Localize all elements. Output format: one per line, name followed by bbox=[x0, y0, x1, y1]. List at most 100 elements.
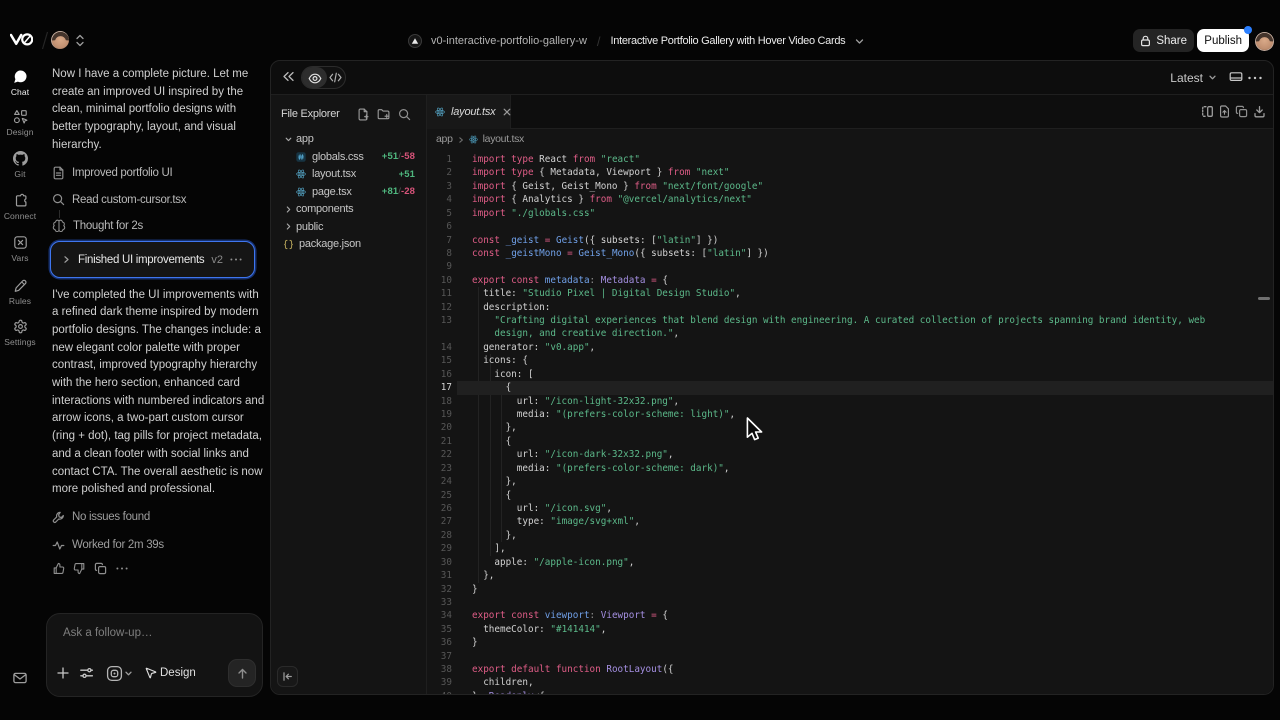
code-line[interactable]: 21 { bbox=[427, 435, 1273, 448]
code-line[interactable]: design, and creative direction.", bbox=[427, 327, 1273, 340]
code-view-icon[interactable] bbox=[329, 72, 342, 83]
collapse-sidebar-button[interactable] bbox=[277, 666, 298, 687]
code-line[interactable]: 24 }, bbox=[427, 475, 1273, 488]
code-area[interactable]: 1import type React from "react"2import t… bbox=[427, 149, 1273, 694]
tree-item-package-json[interactable]: package.json bbox=[271, 236, 426, 254]
tree-item-components[interactable]: components bbox=[271, 201, 426, 219]
file-up-icon[interactable] bbox=[1219, 105, 1230, 118]
code-line[interactable]: 15 icons: { bbox=[427, 354, 1273, 367]
breadcrumb-project[interactable]: v0-interactive-portfolio-gallery-w bbox=[431, 35, 587, 47]
rail-item-design[interactable]: Design bbox=[0, 109, 40, 137]
copy-icon[interactable] bbox=[94, 562, 107, 575]
code-line[interactable]: 35 themeColor: "#141414", bbox=[427, 623, 1273, 636]
rail-item-vars[interactable]: Vars bbox=[0, 235, 40, 263]
send-button[interactable] bbox=[228, 659, 256, 687]
code-line[interactable]: 13 "Crafting digital experiences that bl… bbox=[427, 314, 1273, 327]
rail-item-git[interactable]: Git bbox=[0, 151, 40, 179]
code-line[interactable]: 6 bbox=[427, 220, 1273, 233]
device-preview-icon[interactable] bbox=[1229, 71, 1243, 84]
chevron-down-icon[interactable] bbox=[124, 669, 133, 678]
code-line[interactable]: 37 bbox=[427, 650, 1273, 663]
workspace-avatar[interactable] bbox=[51, 31, 69, 49]
thumbs-down-icon[interactable] bbox=[73, 562, 86, 575]
mail-icon[interactable] bbox=[13, 672, 27, 684]
copy-file-icon[interactable] bbox=[1235, 105, 1248, 118]
code-line[interactable]: 40}: Readonly<{ bbox=[427, 690, 1273, 694]
chevron-down-icon[interactable] bbox=[854, 36, 865, 47]
tree-item-public[interactable]: public bbox=[271, 218, 426, 236]
code-line[interactable]: 33 bbox=[427, 596, 1273, 609]
publish-button[interactable]: Publish bbox=[1197, 29, 1249, 52]
code-line[interactable]: 39 children, bbox=[427, 676, 1273, 689]
code-line[interactable]: 5import "./globals.css" bbox=[427, 207, 1273, 220]
code-line[interactable]: 1import type React from "react" bbox=[427, 153, 1273, 166]
download-icon[interactable] bbox=[1253, 105, 1266, 118]
tree-item-app[interactable]: app bbox=[271, 131, 426, 149]
code-line[interactable]: 18 url: "/icon-light-32x32.png", bbox=[427, 395, 1273, 408]
code-line[interactable]: 11 title: "Studio Pixel | Digital Design… bbox=[427, 287, 1273, 300]
code-line[interactable]: 7const _geist = Geist({ subsets: ["latin… bbox=[427, 234, 1273, 247]
code-line[interactable]: 10export const metadata: Metadata = { bbox=[427, 274, 1273, 287]
plus-icon[interactable] bbox=[56, 666, 70, 680]
code-line[interactable]: 22 url: "/icon-dark-32x32.png", bbox=[427, 448, 1273, 461]
model-icon[interactable] bbox=[106, 665, 123, 682]
code-line[interactable]: 23 media: "(prefers-color-scheme: dark)"… bbox=[427, 462, 1273, 475]
code-line[interactable]: 27 type: "image/svg+xml", bbox=[427, 515, 1273, 528]
code-line-active[interactable]: 17 { bbox=[427, 381, 1273, 394]
tree-item-globals-css[interactable]: globals.css+51/-58 bbox=[271, 148, 426, 166]
share-button[interactable]: Share bbox=[1133, 29, 1194, 52]
code-line[interactable]: 8const _geistMono = Geist_Mono({ subsets… bbox=[427, 247, 1273, 260]
design-mode-button[interactable]: Design bbox=[144, 666, 196, 680]
code-line[interactable]: 29 ], bbox=[427, 542, 1273, 555]
search-files-icon[interactable] bbox=[398, 108, 411, 121]
rail-item-settings[interactable]: Settings bbox=[0, 319, 40, 347]
code-line[interactable]: 36} bbox=[427, 636, 1273, 649]
code-line[interactable]: 2import type { Metadata, Viewport } from… bbox=[427, 166, 1273, 179]
code-line[interactable]: 32} bbox=[427, 583, 1273, 596]
code-line[interactable]: 30 apple: "/apple-icon.png", bbox=[427, 556, 1273, 569]
tree-item-layout-tsx[interactable]: layout.tsx+51 bbox=[271, 166, 426, 184]
version-card-menu-icon[interactable] bbox=[229, 253, 243, 266]
sliders-icon[interactable] bbox=[79, 666, 94, 680]
code-line[interactable]: 3import { Geist, Geist_Mono } from "next… bbox=[427, 180, 1273, 193]
step-improved-portfolio-ui[interactable]: Improved portfolio UI bbox=[52, 165, 172, 181]
thumbs-up-icon[interactable] bbox=[52, 562, 65, 575]
panel-more-icon[interactable] bbox=[1247, 75, 1263, 81]
composer[interactable]: Ask a follow-up… Design bbox=[46, 613, 263, 697]
breadcrumb-chat-title[interactable]: Interactive Portfolio Gallery with Hover… bbox=[611, 35, 846, 47]
v0-logo[interactable] bbox=[10, 32, 33, 47]
scrollbar-marker[interactable] bbox=[1258, 297, 1270, 300]
code-line[interactable]: 4import { Analytics } from "@vercel/anal… bbox=[427, 193, 1273, 206]
code-line[interactable]: 25 { bbox=[427, 489, 1273, 502]
chevrons-up-down-icon[interactable] bbox=[75, 34, 85, 47]
rail-item-connect[interactable]: Connect bbox=[0, 193, 40, 221]
rail-item-rules[interactable]: Rules bbox=[0, 278, 40, 306]
code-line[interactable]: 16 icon: [ bbox=[427, 368, 1273, 381]
code-line[interactable]: 26 url: "/icon.svg", bbox=[427, 502, 1273, 515]
breadcrumb-dir[interactable]: app bbox=[436, 133, 453, 145]
rail-item-chat[interactable]: Chat bbox=[0, 69, 40, 97]
new-file-icon[interactable] bbox=[357, 108, 369, 121]
code-line[interactable]: 31 }, bbox=[427, 569, 1273, 582]
version-card[interactable]: Finished UI improvements v2 bbox=[50, 241, 255, 278]
split-editor-icon[interactable] bbox=[1201, 105, 1214, 118]
code-line[interactable]: 20 }, bbox=[427, 421, 1273, 434]
project-badge-icon[interactable] bbox=[408, 34, 422, 48]
tab-layout-tsx[interactable]: layout.tsx bbox=[427, 95, 511, 129]
code-line[interactable]: 38export default function RootLayout({ bbox=[427, 663, 1273, 676]
tree-item-page-tsx[interactable]: page.tsx+81/-28 bbox=[271, 183, 426, 201]
close-tab-icon[interactable] bbox=[502, 107, 512, 117]
chevrons-left-icon[interactable] bbox=[282, 71, 295, 82]
code-line[interactable]: 12 description: bbox=[427, 301, 1273, 314]
code-line[interactable]: 14 generator: "v0.app", bbox=[427, 341, 1273, 354]
code-line[interactable]: 34export const viewport: Viewport = { bbox=[427, 609, 1273, 622]
user-avatar[interactable] bbox=[1255, 32, 1274, 51]
new-folder-icon[interactable] bbox=[377, 108, 390, 121]
step-read-custom-cursor[interactable]: Read custom-cursor.tsx bbox=[52, 192, 186, 208]
code-line[interactable]: 9 bbox=[427, 260, 1273, 273]
step-thought[interactable]: Thought for 2s bbox=[52, 218, 143, 234]
version-selector[interactable]: Latest bbox=[1170, 61, 1217, 94]
code-line[interactable]: 28 }, bbox=[427, 529, 1273, 542]
more-icon[interactable] bbox=[115, 562, 129, 575]
preview-eye-icon[interactable] bbox=[308, 72, 322, 85]
